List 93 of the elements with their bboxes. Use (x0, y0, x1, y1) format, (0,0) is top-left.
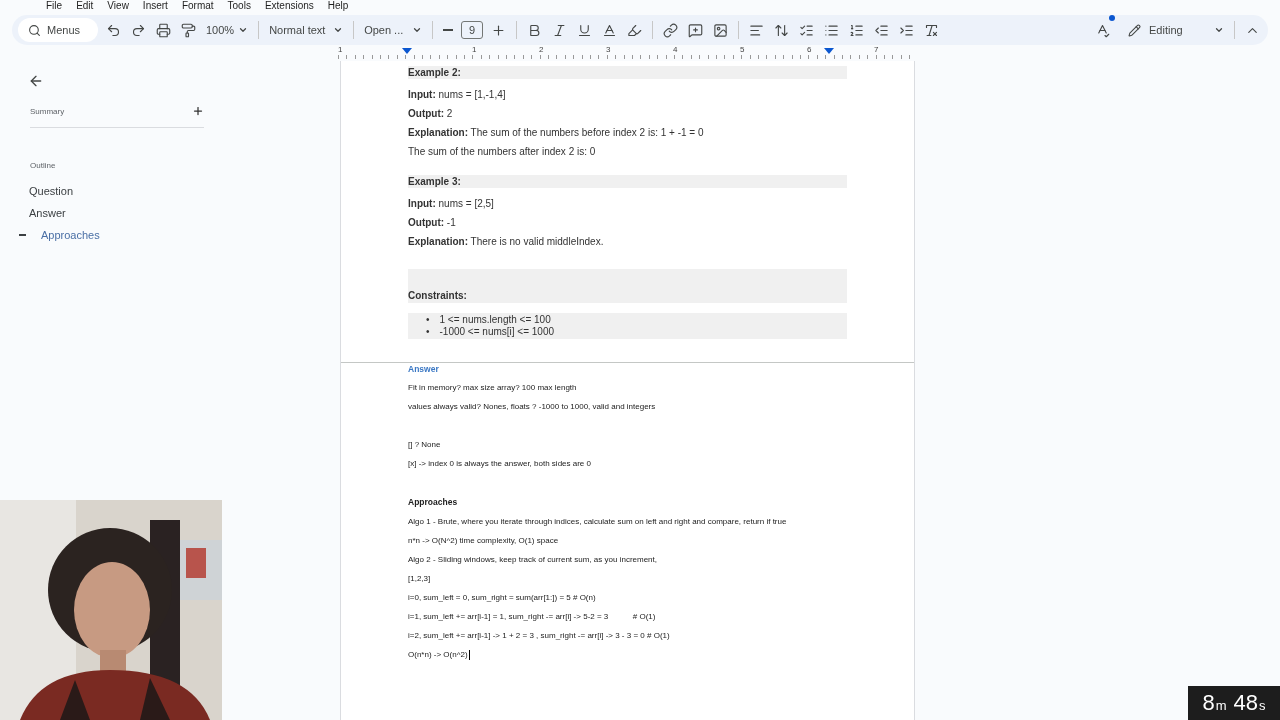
pencil-icon (1128, 23, 1141, 37)
doc-text: [] ? None (408, 439, 441, 451)
ruler-number: 5 (740, 45, 746, 56)
highlight-icon (627, 22, 643, 38)
ruler-number: 1 (338, 45, 344, 56)
text-color-icon (602, 22, 618, 38)
outline-item[interactable]: Question (29, 185, 74, 197)
undo-icon (106, 22, 121, 38)
style-dropdown[interactable]: Normal text (267, 18, 346, 42)
bullet-list-icon (824, 22, 840, 38)
doc-text: Output: 2 (408, 107, 454, 121)
timer-minutes: 8 (1202, 689, 1215, 717)
spellcheck-icon (1095, 22, 1110, 38)
ruler-number: 4 (673, 45, 679, 56)
doc-text: values always valid? Nones, floats ? -1000 to 1000, valid and integers (408, 401, 656, 413)
indent-marker[interactable] (402, 48, 412, 54)
menu-item[interactable]: Tools (227, 0, 251, 12)
search-field[interactable]: Menus (18, 18, 98, 42)
example-heading: Example 2: (408, 66, 847, 79)
bullet-item: -1000 <= nums[i] <= 1000 (439, 326, 555, 338)
menu-item[interactable]: Insert (142, 0, 168, 12)
doc-text: O(n*n) -> O(n^2) (408, 649, 468, 661)
menu-item[interactable]: Format (181, 0, 214, 12)
caret-icon (238, 25, 249, 35)
doc-text: Input: nums = [1,-1,4] (408, 88, 507, 102)
decrease-indent-icon (874, 22, 890, 38)
caret-icon (333, 25, 344, 35)
doc-text: i=1, sum_left += arr[i-1] = 1, sum_right -= arr[i] -> 5-2 = 3 # O(1) (408, 611, 656, 623)
ruler-number: 6 (807, 45, 813, 56)
bullet-marker: • (426, 326, 430, 338)
doc-text: [x] -> index 0 is always the answer, both sides are 0 (408, 458, 591, 470)
increase-indent-icon (899, 22, 915, 38)
doc-text: Explanation: There is no valid middleIndex. (408, 235, 605, 249)
line-spacing-icon (774, 22, 790, 38)
caret-icon (412, 25, 423, 35)
caret-icon (1214, 25, 1224, 35)
align-icon (749, 22, 765, 38)
bullet-marker: • (426, 314, 430, 326)
menu-item[interactable]: Help (327, 0, 349, 12)
menu-item[interactable]: View (107, 0, 129, 12)
menu-item[interactable]: Edit (76, 0, 94, 12)
underline-icon (577, 22, 593, 38)
numbered-list-icon (849, 22, 865, 38)
doc-text: Output: -1 (408, 216, 457, 230)
back-icon (28, 73, 44, 89)
doc-text: n*n -> O(N^2) time complexity, O(1) space (408, 535, 559, 547)
outline-item[interactable]: Approaches (41, 229, 100, 241)
menu-item[interactable]: File (46, 0, 63, 12)
minus-icon (443, 29, 454, 31)
ruler-number: 1 (472, 45, 478, 56)
add-summary-button[interactable] (192, 105, 204, 117)
timer-seconds: 48 (1233, 689, 1259, 717)
ruler-number: 2 (539, 45, 545, 56)
doc-text: Fit in memory? max size array? 100 max length (408, 382, 577, 394)
doc-text: Explanation: The sum of the numbers before index 2 is: 1 + -1 = 0 (408, 126, 705, 140)
clear-formatting-icon (924, 22, 940, 38)
paint-format-icon (181, 22, 196, 38)
print-icon (156, 22, 171, 38)
outline-label: Outline (30, 161, 56, 170)
subheading: Approaches (408, 496, 459, 509)
italic-icon (552, 22, 568, 38)
font-dropdown[interactable]: Open ... (362, 18, 425, 42)
doc-text: i=0, sum_left = 0, sum_right = sum(arr[1:]) = 5 # O(n) (408, 592, 596, 604)
doc-text: The sum of the numbers after index 2 is: 0 (408, 145, 597, 159)
indent-marker[interactable] (824, 48, 834, 54)
ruler-number: 3 (606, 45, 612, 56)
zoom-dropdown[interactable]: 100% (204, 18, 251, 42)
doc-text: i=2, sum_left += arr[i-1] -> 1 + 2 = 3 , sum_right -= arr[i] -> 3 - 3 = 0 # O(1) (408, 630, 670, 642)
section-heading: Answer (408, 363, 440, 376)
comment-icon (688, 22, 704, 38)
timer-unit: m (1215, 698, 1227, 713)
checklist-icon (799, 22, 815, 38)
timer-unit: s (1259, 698, 1266, 713)
doc-text: [1,2,3] (408, 573, 431, 585)
increase-size-icon (491, 22, 507, 38)
search-icon (28, 23, 41, 37)
ruler-number: 7 (874, 45, 880, 56)
font-size-field[interactable]: 9 (461, 21, 484, 39)
summary-label: Summary (30, 106, 65, 116)
menu-item[interactable]: Extensions (264, 0, 314, 12)
doc-text: Input: nums = [2,5] (408, 197, 495, 211)
bullet-item: 1 <= nums.length <= 100 (439, 314, 551, 326)
example-heading: Example 3: (408, 175, 847, 188)
mode-dropdown[interactable]: Editing (1126, 18, 1226, 42)
outline-item[interactable]: Answer (29, 207, 66, 219)
doc-text: Algo 2 - Sliding windows, keep track of current sum, as you increment, (408, 554, 657, 566)
constraints-heading: Constraints: (408, 289, 467, 303)
link-icon (663, 22, 679, 38)
notification-dot (1109, 15, 1115, 21)
redo-icon (131, 22, 146, 38)
doc-text: Algo 1 - Brute, where you iterate through indices, calculate sum on left and right and compare, return if true (408, 516, 787, 528)
image-icon (713, 22, 729, 38)
plus-icon (192, 105, 204, 117)
